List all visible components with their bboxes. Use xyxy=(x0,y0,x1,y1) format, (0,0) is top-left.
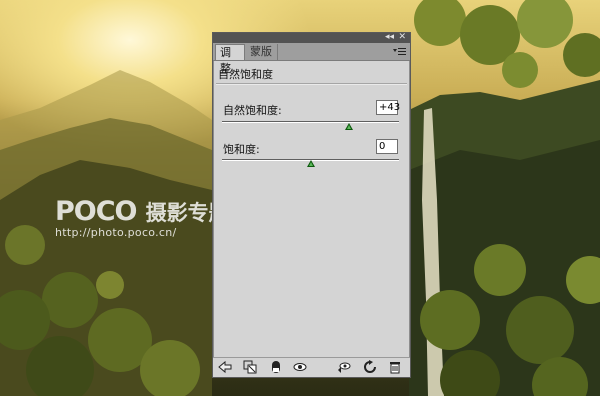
vibrance-slider-track[interactable] xyxy=(222,121,399,123)
layer-mask-icon[interactable] xyxy=(269,360,283,374)
tab-adjustments[interactable]: 调整 xyxy=(215,44,245,75)
panel-bottom-toolbar xyxy=(213,357,410,377)
saturation-slider-thumb[interactable] xyxy=(306,160,315,167)
panel-title-bar[interactable]: ◂◂ ✕ xyxy=(213,32,410,43)
eye-icon[interactable] xyxy=(293,360,307,374)
vibrance-value-field[interactable]: +43 xyxy=(376,100,400,115)
trash-icon[interactable] xyxy=(388,360,402,374)
collapse-panel-icon[interactable]: ◂◂ xyxy=(385,32,394,43)
close-panel-icon[interactable]: ✕ xyxy=(398,32,406,43)
vibrance-slider-thumb[interactable] xyxy=(345,123,354,130)
clip-layer-icon[interactable] xyxy=(243,360,257,374)
back-arrow-icon[interactable] xyxy=(218,360,232,374)
adjustments-panel: ◂◂ ✕ 调整 蒙版 自然饱和度 自然饱和度: +43 饱和度: 0 xyxy=(212,32,411,378)
watermark-url: http://photo.poco.cn/ xyxy=(55,226,177,239)
reset-icon[interactable] xyxy=(363,360,377,374)
watermark: POCO 摄影专题 http://photo.poco.cn/ xyxy=(55,196,230,239)
saturation-value-field[interactable]: 0 xyxy=(376,139,398,154)
saturation-label: 饱和度: xyxy=(223,143,260,156)
heading-divider xyxy=(216,83,407,85)
panel-tab-bar: 调整 蒙版 xyxy=(213,43,410,75)
tab-masks[interactable]: 蒙版 xyxy=(246,44,278,60)
view-previous-icon[interactable] xyxy=(337,360,351,374)
watermark-logo: POCO xyxy=(55,196,138,227)
adjustment-title: 自然饱和度 xyxy=(218,68,273,81)
vibrance-label: 自然饱和度: xyxy=(223,104,282,117)
panel-menu-icon[interactable] xyxy=(393,47,406,56)
